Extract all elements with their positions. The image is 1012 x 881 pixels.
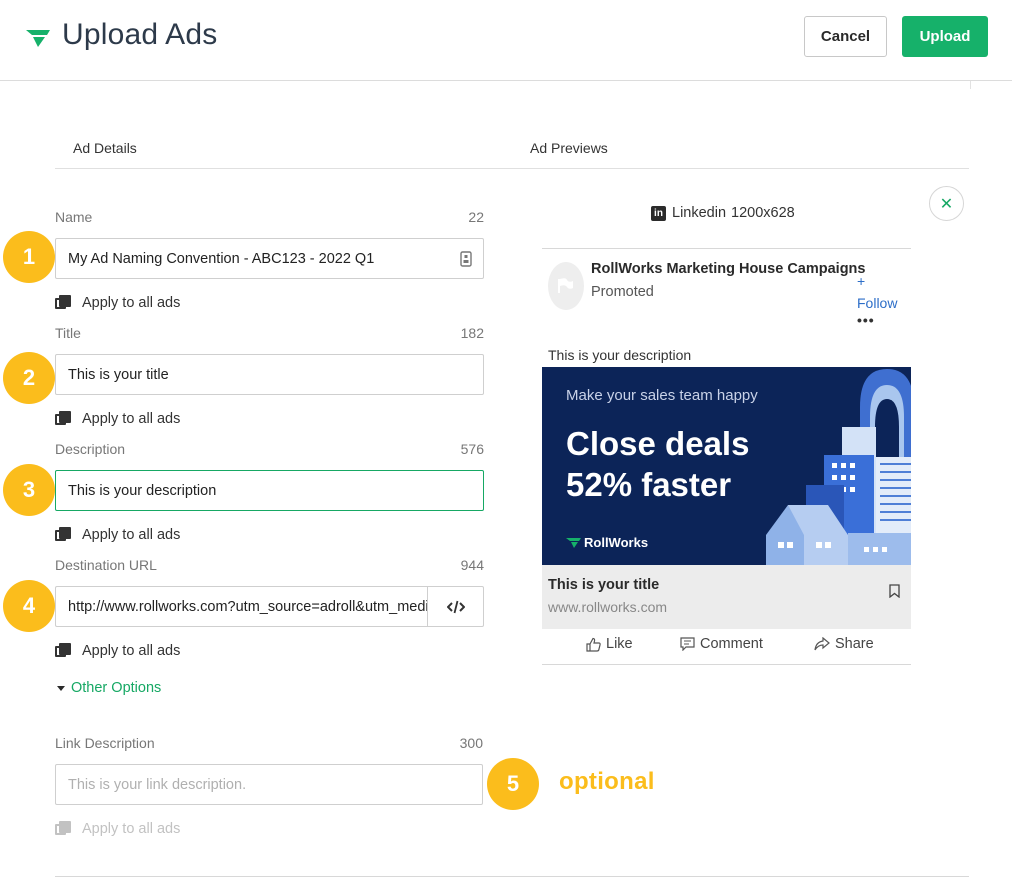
share-action[interactable]: Share [814,636,874,652]
description-input[interactable]: This is your description [55,470,484,511]
url-input-value: http://www.rollworks.com?utm_source=adro… [68,598,428,615]
url-char-count: 944 [460,557,484,573]
title-input-value: This is your title [68,366,169,383]
step-badge-5: 5 [487,758,539,810]
title-label: Title [55,325,81,341]
ad-creative-image: Make your sales team happy Close deals 5… [542,367,911,565]
company-name: RollWorks Marketing House Campaigns [591,261,866,277]
preview-network: Linkedin [672,205,727,221]
ad-headline: Close deals 52% faster [566,423,749,505]
company-avatar [548,262,584,310]
apply-title-to-all[interactable]: Apply to all ads [55,409,180,429]
contact-card-icon[interactable] [460,251,472,267]
preview-size: 1200x628 [731,205,795,221]
ad-title: This is your title [548,577,660,593]
ad-footer: This is your title www.rollworks.com [542,565,911,629]
rollworks-logo-icon [26,30,50,47]
apply-description-to-all[interactable]: Apply to all ads [55,525,180,545]
ad-brand-name: RollWorks [584,535,649,550]
social-actions: Like Comment Share [542,636,911,658]
link-description-char-count: 300 [459,735,483,751]
step-badge-2: 2 [3,352,55,404]
linkedin-icon: in [651,205,666,221]
ad-brand-logo: RollWorks [566,535,648,550]
description-char-count: 576 [460,441,484,457]
tab-ad-details[interactable]: Ad Details [73,140,137,156]
link-description-label: Link Description [55,735,155,751]
section-divider [55,168,969,169]
rollworks-mark-icon [566,538,581,548]
ad-tagline: Make your sales team happy [566,387,758,404]
description-label: Description [55,441,126,457]
name-input-value: My Ad Naming Convention - ABC123 - 2022 … [68,250,375,267]
name-label: Name [55,209,93,225]
close-icon: ✕ [939,195,954,213]
apply-link-description-to-all[interactable]: Apply to all ads [55,819,180,839]
cancel-button[interactable]: Cancel [804,16,887,57]
post-description: This is your description [548,347,692,363]
title-char-count: 182 [460,325,484,341]
thumbs-up-icon [586,637,601,652]
destination-url-input[interactable]: http://www.rollworks.com?utm_source=adro… [55,586,428,627]
apply-label: Apply to all ads [82,527,181,543]
like-action[interactable]: Like [586,636,633,652]
url-code-button[interactable] [427,586,484,627]
upload-button[interactable]: Upload [902,16,988,57]
follow-label: Follow [857,295,898,311]
page-title: Upload Ads [62,18,218,51]
tab-ad-previews[interactable]: Ad Previews [530,140,608,156]
preview-divider [542,248,911,249]
divider [970,81,971,89]
step-badge-1: 1 [3,231,55,283]
copy-icon [55,295,71,311]
page-header: Upload Ads Cancel Upload [0,0,1012,81]
share-icon [814,637,830,651]
apply-label: Apply to all ads [82,821,181,837]
caret-down-icon [57,685,65,691]
title-input[interactable]: This is your title [55,354,484,395]
code-icon [446,600,465,613]
url-label: Destination URL [55,557,157,573]
bottom-divider [55,876,969,877]
other-options-toggle[interactable]: Other Options [55,680,161,696]
name-input[interactable]: My Ad Naming Convention - ABC123 - 2022 … [55,238,484,279]
flag-icon [558,278,573,293]
step-badge-3: 3 [3,464,55,516]
link-description-placeholder: This is your link description. [68,776,247,793]
ad-url: www.rollworks.com [548,599,668,615]
link-description-input[interactable]: This is your link description. [55,764,483,805]
apply-name-to-all[interactable]: Apply to all ads [55,293,180,313]
step-badge-4: 4 [3,580,55,632]
promoted-label: Promoted [591,284,654,300]
description-input-value: This is your description [68,482,217,499]
comment-icon [680,637,695,651]
apply-url-to-all[interactable]: Apply to all ads [55,641,180,661]
follow-button[interactable]: + Follow [857,270,897,314]
close-preview-button[interactable]: ✕ [929,186,964,221]
share-label: Share [835,636,874,652]
follow-plus: + [857,273,866,289]
comment-label: Comment [700,636,763,652]
copy-icon [55,643,71,659]
other-options-label: Other Options [71,680,162,696]
copy-icon [55,527,71,543]
name-char-count: 22 [468,209,484,225]
preview-bottom-divider [542,664,911,665]
more-options-icon[interactable]: ••• [857,312,875,328]
bookmark-icon[interactable] [889,584,900,598]
apply-label: Apply to all ads [82,643,181,659]
optional-note: optional [559,768,655,795]
preview-format-header: in Linkedin 1200x628 [651,205,795,221]
like-label: Like [606,636,633,652]
apply-label: Apply to all ads [82,295,181,311]
ad-headline-line-2: 52% faster [566,466,732,503]
copy-icon [55,821,71,837]
copy-icon [55,411,71,427]
comment-action[interactable]: Comment [680,636,763,652]
apply-label: Apply to all ads [82,411,181,427]
ad-headline-line-1: Close deals [566,425,750,462]
